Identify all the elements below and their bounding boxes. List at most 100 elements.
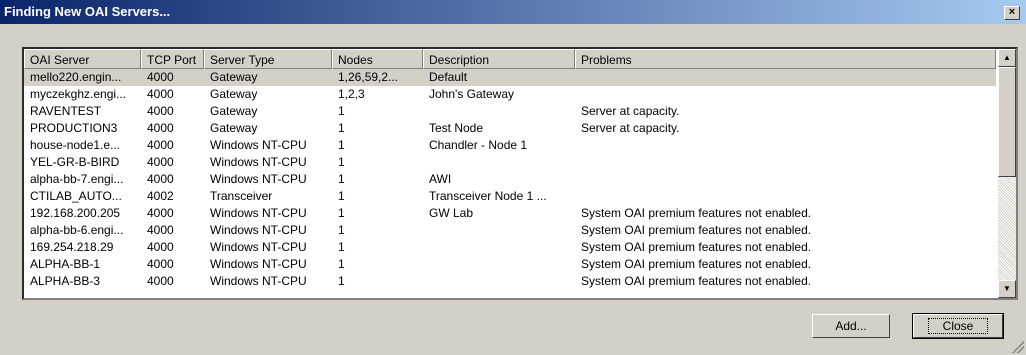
cell-nodes: 1 xyxy=(338,274,345,288)
scrollbar-thumb[interactable] xyxy=(998,67,1016,177)
close-button[interactable]: Close xyxy=(912,313,1004,339)
oai-server-list[interactable]: OAI Server TCP Port Server Type Nodes De… xyxy=(22,47,1018,300)
cell-tcp-port: 4000 xyxy=(147,240,174,254)
table-row[interactable]: 192.168.200.205 4000 Windows NT-CPU 1 GW Lab… xyxy=(24,205,996,222)
cell-description xyxy=(423,239,575,256)
column-header-description[interactable]: Description xyxy=(423,49,575,69)
cell-oai-server: PRODUCTION3 xyxy=(30,121,118,135)
cell-tcp-port: 4000 xyxy=(147,172,174,186)
cell-oai-server: myczekghz.engi... xyxy=(30,87,127,101)
close-window-icon[interactable]: × xyxy=(1004,6,1020,20)
table-row[interactable]: RAVENTEST 4000 Gateway 1 Server at capacity. xyxy=(24,103,996,120)
cell-oai-server: 192.168.200.205 xyxy=(30,206,121,220)
table-row[interactable]: myczekghz.engi... 4000 Gateway 1,2,3 John's … xyxy=(24,86,996,103)
cell-nodes: 1,26,59,2... xyxy=(338,70,399,84)
cell-description: Test Node xyxy=(429,121,484,135)
table-row[interactable]: house-node1.e... 4000 Windows NT-CPU 1 Chand… xyxy=(24,137,996,154)
cell-nodes: 1 xyxy=(338,121,345,135)
cell-server-type: Windows NT-CPU xyxy=(210,172,307,186)
cell-description: AWI xyxy=(429,172,452,186)
table-row[interactable]: alpha-bb-7.engi... 4000 Windows NT-CPU 1 AWI xyxy=(24,171,996,188)
cell-description: Chandler - Node 1 xyxy=(429,138,528,152)
cell-server-type: Windows NT-CPU xyxy=(210,138,307,152)
list-rows: mello220.engin... 4000 Gateway 1,26,59,2...… xyxy=(24,69,996,290)
cell-description xyxy=(423,256,575,273)
cell-description: Default xyxy=(429,70,468,84)
table-row[interactable]: CTILAB_AUTO... 4002 Transceiver 1 Transceive… xyxy=(24,188,996,205)
table-row[interactable]: ALPHA-BB-1 4000 Windows NT-CPU 1 System OAI … xyxy=(24,256,996,273)
table-row[interactable]: mello220.engin... 4000 Gateway 1,26,59,2...… xyxy=(24,69,996,86)
cell-nodes: 1 xyxy=(338,223,345,237)
column-header-oai-server[interactable]: OAI Server xyxy=(24,49,141,69)
cell-nodes: 1 xyxy=(338,189,345,203)
cell-nodes: 1 xyxy=(338,257,345,271)
cell-oai-server: alpha-bb-6.engi... xyxy=(30,223,124,237)
cell-server-type: Gateway xyxy=(210,87,258,101)
table-row[interactable]: ALPHA-BB-3 4000 Windows NT-CPU 1 System OAI … xyxy=(24,273,996,290)
cell-problems xyxy=(575,154,996,171)
cell-oai-server: mello220.engin... xyxy=(30,70,122,84)
cell-oai-server: alpha-bb-7.engi... xyxy=(30,172,124,186)
column-header-nodes[interactable]: Nodes xyxy=(332,49,423,69)
cell-tcp-port: 4002 xyxy=(147,189,174,203)
cell-problems xyxy=(575,171,996,188)
cell-oai-server: ALPHA-BB-3 xyxy=(30,274,101,288)
cell-problems xyxy=(575,69,996,86)
cell-oai-server: ALPHA-BB-1 xyxy=(30,257,101,271)
table-row[interactable]: alpha-bb-6.engi... 4000 Windows NT-CPU 1 Sys… xyxy=(24,222,996,239)
cell-problems: System OAI premium features not enabled. xyxy=(581,257,812,271)
cell-nodes: 1,2,3 xyxy=(338,87,365,101)
cell-server-type: Windows NT-CPU xyxy=(210,206,307,220)
cell-description: Transceiver Node 1 ... xyxy=(429,189,547,203)
cell-problems: System OAI premium features not enabled. xyxy=(581,223,812,237)
cell-server-type: Gateway xyxy=(210,104,258,118)
cell-problems: Server at capacity. xyxy=(581,121,680,135)
window-title: Finding New OAI Servers... xyxy=(4,4,171,19)
cell-description xyxy=(423,154,575,171)
vertical-scrollbar[interactable]: ▲ ▼ xyxy=(998,49,1016,298)
cell-description: John's Gateway xyxy=(429,87,515,101)
scroll-up-icon[interactable]: ▲ xyxy=(998,49,1016,67)
cell-description xyxy=(423,222,575,239)
table-row[interactable]: 169.254.218.29 4000 Windows NT-CPU 1 System … xyxy=(24,239,996,256)
cell-oai-server: CTILAB_AUTO... xyxy=(30,189,122,203)
cell-server-type: Gateway xyxy=(210,121,258,135)
cell-problems: System OAI premium features not enabled. xyxy=(581,274,812,288)
cell-problems: System OAI premium features not enabled. xyxy=(581,206,812,220)
table-row[interactable]: PRODUCTION3 4000 Gateway 1 Test Node Server a… xyxy=(24,120,996,137)
cell-server-type: Windows NT-CPU xyxy=(210,274,307,288)
resize-grip-icon[interactable] xyxy=(1012,341,1024,353)
cell-nodes: 1 xyxy=(338,240,345,254)
cell-tcp-port: 4000 xyxy=(147,70,174,84)
add-button[interactable]: Add... xyxy=(812,314,890,338)
cell-server-type: Transceiver xyxy=(210,189,273,203)
column-header-server-type[interactable]: Server Type xyxy=(204,49,332,69)
cell-tcp-port: 4000 xyxy=(147,138,174,152)
table-row[interactable]: YEL-GR-B-BIRD 4000 Windows NT-CPU 1 xyxy=(24,154,996,171)
cell-problems: Server at capacity. xyxy=(581,104,680,118)
title-bar[interactable]: Finding New OAI Servers... × xyxy=(0,0,1026,24)
cell-problems xyxy=(575,188,996,205)
cell-server-type: Windows NT-CPU xyxy=(210,155,307,169)
cell-tcp-port: 4000 xyxy=(147,223,174,237)
cell-description xyxy=(423,103,575,120)
cell-server-type: Windows NT-CPU xyxy=(210,240,307,254)
column-header-tcp-port[interactable]: TCP Port xyxy=(141,49,204,69)
cell-tcp-port: 4000 xyxy=(147,257,174,271)
scroll-down-icon[interactable]: ▼ xyxy=(998,280,1016,298)
cell-server-type: Gateway xyxy=(210,70,258,84)
cell-tcp-port: 4000 xyxy=(147,206,174,220)
cell-nodes: 1 xyxy=(338,104,345,118)
cell-tcp-port: 4000 xyxy=(147,155,174,169)
cell-description xyxy=(423,273,575,290)
close-button-label: Close xyxy=(927,318,989,334)
cell-tcp-port: 4000 xyxy=(147,87,174,101)
column-header-problems[interactable]: Problems xyxy=(575,49,996,69)
cell-description: GW Lab xyxy=(429,206,474,220)
cell-tcp-port: 4000 xyxy=(147,121,174,135)
cell-problems: System OAI premium features not enabled. xyxy=(581,240,812,254)
cell-nodes: 1 xyxy=(338,206,345,220)
list-header: OAI Server TCP Port Server Type Nodes De… xyxy=(24,49,996,69)
cell-oai-server: YEL-GR-B-BIRD xyxy=(30,155,120,169)
add-button-label: Add... xyxy=(835,319,867,333)
